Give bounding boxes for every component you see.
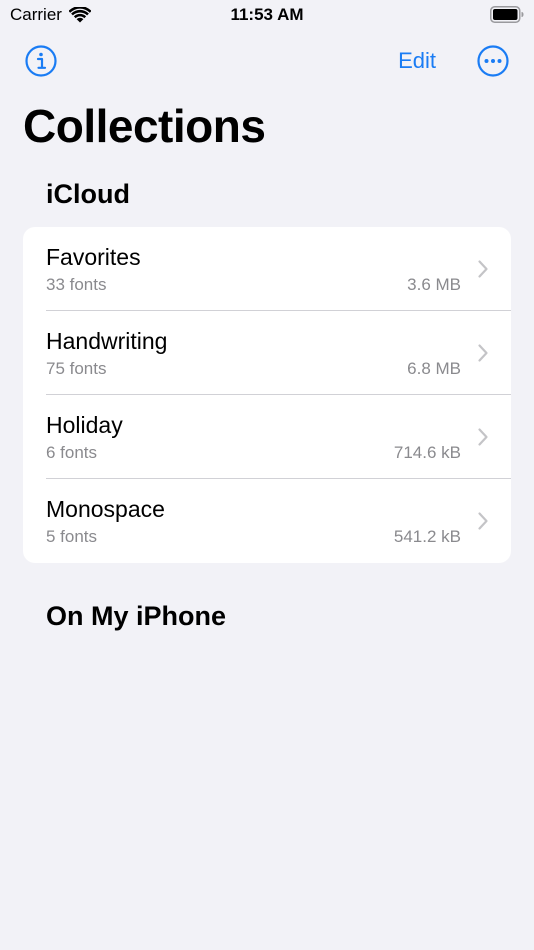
info-icon[interactable]: [24, 44, 58, 78]
chevron-right-icon: [478, 512, 488, 530]
edit-button[interactable]: Edit: [398, 47, 436, 75]
collection-row-monospace[interactable]: Monospace 5 fonts 541.2 kB: [23, 479, 511, 563]
chevron-right-icon: [478, 428, 488, 446]
collection-row-handwriting[interactable]: Handwriting 75 fonts 6.8 MB: [23, 311, 511, 395]
collection-font-count: 6 fonts: [46, 443, 98, 462]
section-header-icloud: iCloud: [46, 179, 130, 209]
collections-list: Favorites 33 fonts 3.6 MB Handwriting 75…: [23, 227, 511, 563]
collection-name: Favorites: [46, 244, 141, 270]
chevron-right-icon: [478, 344, 488, 362]
collection-row-holiday[interactable]: Holiday 6 fonts 714.6 kB: [23, 395, 511, 479]
collection-font-count: 5 fonts: [46, 527, 98, 546]
collection-font-count: 33 fonts: [46, 275, 107, 294]
ellipsis-circle-icon[interactable]: [476, 44, 510, 78]
collection-size: 3.6 MB: [407, 275, 461, 294]
battery-icon: [490, 6, 524, 23]
collection-name: Holiday: [46, 412, 123, 438]
clock: 11:53 AM: [230, 5, 304, 24]
nav-bar: Edit: [0, 38, 534, 82]
collection-size: 6.8 MB: [407, 359, 461, 378]
status-bar: Carrier 11:53 AM: [0, 0, 534, 30]
collection-row-favorites[interactable]: Favorites 33 fonts 3.6 MB: [23, 227, 511, 311]
chevron-right-icon: [478, 260, 488, 278]
collection-size: 714.6 kB: [393, 443, 461, 462]
collection-size: 541.2 kB: [393, 527, 461, 546]
collection-name: Handwriting: [46, 328, 168, 354]
collection-name: Monospace: [46, 496, 165, 522]
section-header-on-my-iphone: On My iPhone: [46, 601, 227, 631]
collection-font-count: 75 fonts: [46, 359, 107, 378]
page-title: Collections: [23, 100, 266, 152]
